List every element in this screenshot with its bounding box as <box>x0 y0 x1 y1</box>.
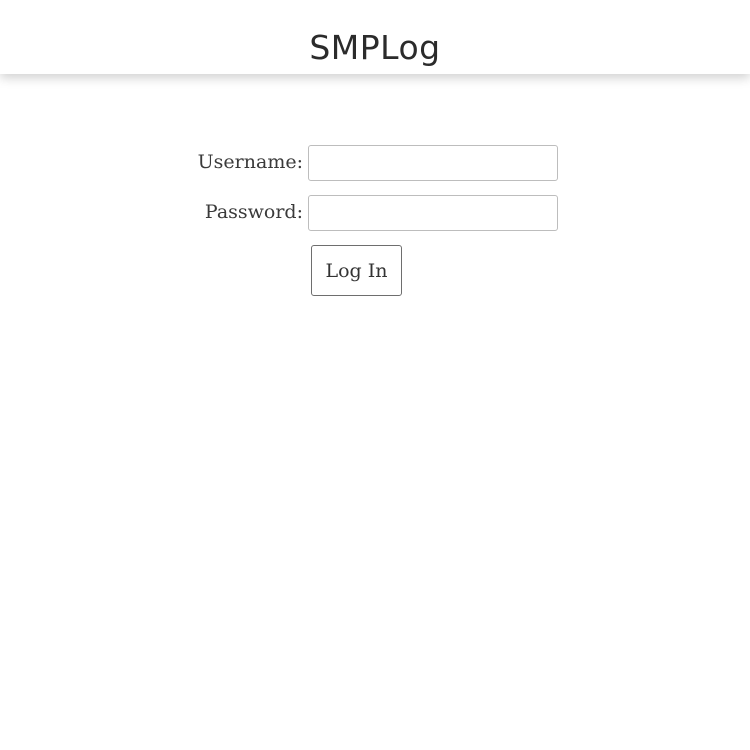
login-button[interactable]: Log In <box>311 245 402 296</box>
password-label: Password: <box>204 201 303 223</box>
username-label: Username: <box>197 151 303 173</box>
username-row: Username: <box>0 145 750 181</box>
password-input[interactable] <box>308 195 558 231</box>
username-input[interactable] <box>308 145 558 181</box>
app-title: SMPLog <box>309 28 441 67</box>
app-header: SMPLog <box>0 0 750 74</box>
password-row: Password: <box>0 195 750 231</box>
